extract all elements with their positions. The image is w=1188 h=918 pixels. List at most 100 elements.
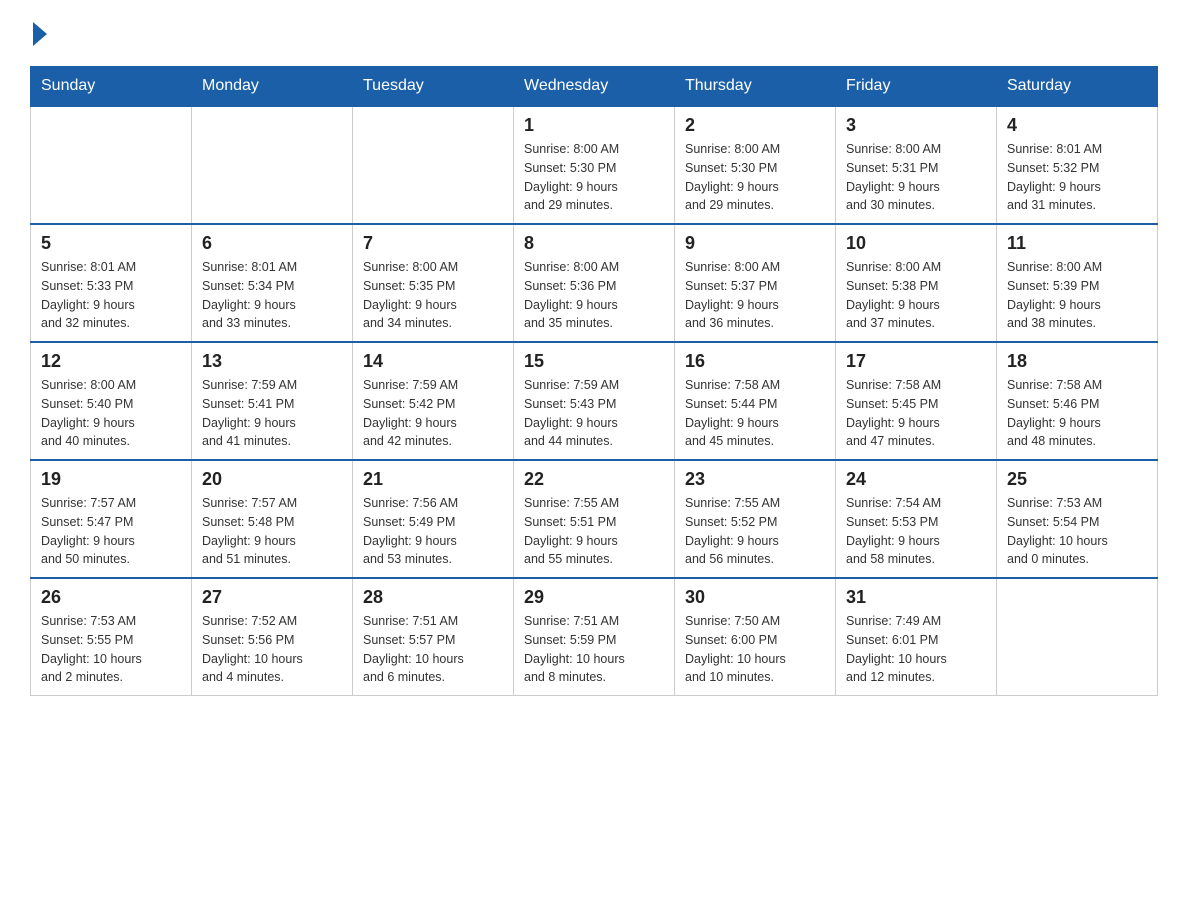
- day-info: Sunrise: 7:59 AMSunset: 5:43 PMDaylight:…: [524, 376, 664, 451]
- day-info: Sunrise: 8:00 AMSunset: 5:39 PMDaylight:…: [1007, 258, 1147, 333]
- day-number: 5: [41, 233, 181, 254]
- day-info: Sunrise: 7:57 AMSunset: 5:47 PMDaylight:…: [41, 494, 181, 569]
- column-header-saturday: Saturday: [997, 67, 1158, 107]
- calendar-week-row: 26Sunrise: 7:53 AMSunset: 5:55 PMDayligh…: [31, 578, 1158, 696]
- calendar-cell: 23 Sunrise: 7:55 AMSunset: 5:52 PMDayligh…: [675, 460, 836, 578]
- logo: [30, 20, 49, 46]
- day-number: 19: [41, 469, 181, 490]
- page-header: [30, 20, 1158, 46]
- calendar-cell: [997, 578, 1158, 696]
- calendar-cell: 17 Sunrise: 7:58 AMSunset: 5:45 PMDayligh…: [836, 342, 997, 460]
- day-number: 10: [846, 233, 986, 254]
- calendar-week-row: 5 Sunrise: 8:01 AMSunset: 5:33 PMDaylight…: [31, 224, 1158, 342]
- day-number: 3: [846, 115, 986, 136]
- day-number: 2: [685, 115, 825, 136]
- calendar-table: SundayMondayTuesdayWednesdayThursdayFrid…: [30, 66, 1158, 696]
- day-number: 7: [363, 233, 503, 254]
- day-info: Sunrise: 8:00 AMSunset: 5:30 PMDaylight:…: [685, 140, 825, 215]
- day-number: 31: [846, 587, 986, 608]
- day-number: 16: [685, 351, 825, 372]
- day-info: Sunrise: 8:01 AMSunset: 5:33 PMDaylight:…: [41, 258, 181, 333]
- calendar-cell: 16 Sunrise: 7:58 AMSunset: 5:44 PMDayligh…: [675, 342, 836, 460]
- calendar-week-row: 1 Sunrise: 8:00 AMSunset: 5:30 PMDaylight…: [31, 106, 1158, 224]
- calendar-cell: 4 Sunrise: 8:01 AMSunset: 5:32 PMDaylight…: [997, 106, 1158, 224]
- logo-triangle-icon: [33, 22, 47, 46]
- day-number: 18: [1007, 351, 1147, 372]
- day-number: 28: [363, 587, 503, 608]
- calendar-cell: 2 Sunrise: 8:00 AMSunset: 5:30 PMDaylight…: [675, 106, 836, 224]
- day-number: 22: [524, 469, 664, 490]
- calendar-cell: [192, 106, 353, 224]
- calendar-week-row: 19 Sunrise: 7:57 AMSunset: 5:47 PMDayligh…: [31, 460, 1158, 578]
- calendar-cell: 19 Sunrise: 7:57 AMSunset: 5:47 PMDayligh…: [31, 460, 192, 578]
- day-info: Sunrise: 7:54 AMSunset: 5:53 PMDaylight:…: [846, 494, 986, 569]
- calendar-cell: [353, 106, 514, 224]
- day-number: 30: [685, 587, 825, 608]
- calendar-cell: 24 Sunrise: 7:54 AMSunset: 5:53 PMDayligh…: [836, 460, 997, 578]
- calendar-cell: 15 Sunrise: 7:59 AMSunset: 5:43 PMDayligh…: [514, 342, 675, 460]
- day-number: 29: [524, 587, 664, 608]
- day-number: 13: [202, 351, 342, 372]
- day-info: Sunrise: 7:50 AMSunset: 6:00 PMDaylight:…: [685, 612, 825, 687]
- day-info: Sunrise: 7:58 AMSunset: 5:44 PMDaylight:…: [685, 376, 825, 451]
- day-info: Sunrise: 8:01 AMSunset: 5:32 PMDaylight:…: [1007, 140, 1147, 215]
- calendar-cell: 1Sunrise: 8:00 AMSunset: 5:30 PMDaylight…: [514, 106, 675, 224]
- column-header-wednesday: Wednesday: [514, 67, 675, 107]
- day-number: 6: [202, 233, 342, 254]
- calendar-cell: 8Sunrise: 8:00 AMSunset: 5:36 PMDaylight…: [514, 224, 675, 342]
- day-info: Sunrise: 7:59 AMSunset: 5:42 PMDaylight:…: [363, 376, 503, 451]
- day-number: 4: [1007, 115, 1147, 136]
- calendar-cell: 20Sunrise: 7:57 AMSunset: 5:48 PMDayligh…: [192, 460, 353, 578]
- day-number: 11: [1007, 233, 1147, 254]
- day-info: Sunrise: 7:53 AMSunset: 5:54 PMDaylight:…: [1007, 494, 1147, 569]
- calendar-cell: 7 Sunrise: 8:00 AMSunset: 5:35 PMDaylight…: [353, 224, 514, 342]
- calendar-week-row: 12 Sunrise: 8:00 AMSunset: 5:40 PMDayligh…: [31, 342, 1158, 460]
- day-info: Sunrise: 8:01 AMSunset: 5:34 PMDaylight:…: [202, 258, 342, 333]
- column-header-sunday: Sunday: [31, 67, 192, 107]
- day-info: Sunrise: 8:00 AMSunset: 5:40 PMDaylight:…: [41, 376, 181, 451]
- calendar-cell: 3 Sunrise: 8:00 AMSunset: 5:31 PMDaylight…: [836, 106, 997, 224]
- calendar-header-row: SundayMondayTuesdayWednesdayThursdayFrid…: [31, 67, 1158, 107]
- calendar-cell: 25 Sunrise: 7:53 AMSunset: 5:54 PMDayligh…: [997, 460, 1158, 578]
- calendar-cell: 29Sunrise: 7:51 AMSunset: 5:59 PMDayligh…: [514, 578, 675, 696]
- day-info: Sunrise: 8:00 AMSunset: 5:31 PMDaylight:…: [846, 140, 986, 215]
- calendar-cell: 26Sunrise: 7:53 AMSunset: 5:55 PMDayligh…: [31, 578, 192, 696]
- calendar-cell: 14 Sunrise: 7:59 AMSunset: 5:42 PMDayligh…: [353, 342, 514, 460]
- day-number: 8: [524, 233, 664, 254]
- calendar-cell: 5 Sunrise: 8:01 AMSunset: 5:33 PMDaylight…: [31, 224, 192, 342]
- day-number: 24: [846, 469, 986, 490]
- day-number: 26: [41, 587, 181, 608]
- day-number: 1: [524, 115, 664, 136]
- day-number: 12: [41, 351, 181, 372]
- day-info: Sunrise: 7:58 AMSunset: 5:45 PMDaylight:…: [846, 376, 986, 451]
- day-info: Sunrise: 8:00 AMSunset: 5:37 PMDaylight:…: [685, 258, 825, 333]
- day-number: 14: [363, 351, 503, 372]
- day-number: 9: [685, 233, 825, 254]
- day-number: 27: [202, 587, 342, 608]
- column-header-friday: Friday: [836, 67, 997, 107]
- day-number: 15: [524, 351, 664, 372]
- day-number: 21: [363, 469, 503, 490]
- column-header-monday: Monday: [192, 67, 353, 107]
- calendar-cell: 18Sunrise: 7:58 AMSunset: 5:46 PMDayligh…: [997, 342, 1158, 460]
- calendar-cell: 22 Sunrise: 7:55 AMSunset: 5:51 PMDayligh…: [514, 460, 675, 578]
- day-info: Sunrise: 7:59 AMSunset: 5:41 PMDaylight:…: [202, 376, 342, 451]
- calendar-cell: 11 Sunrise: 8:00 AMSunset: 5:39 PMDayligh…: [997, 224, 1158, 342]
- day-info: Sunrise: 8:00 AMSunset: 5:38 PMDaylight:…: [846, 258, 986, 333]
- calendar-cell: 6 Sunrise: 8:01 AMSunset: 5:34 PMDaylight…: [192, 224, 353, 342]
- day-info: Sunrise: 8:00 AMSunset: 5:35 PMDaylight:…: [363, 258, 503, 333]
- calendar-cell: 12 Sunrise: 8:00 AMSunset: 5:40 PMDayligh…: [31, 342, 192, 460]
- day-number: 25: [1007, 469, 1147, 490]
- day-info: Sunrise: 7:52 AMSunset: 5:56 PMDaylight:…: [202, 612, 342, 687]
- day-number: 17: [846, 351, 986, 372]
- day-info: Sunrise: 7:57 AMSunset: 5:48 PMDaylight:…: [202, 494, 342, 569]
- calendar-cell: 30 Sunrise: 7:50 AMSunset: 6:00 PMDayligh…: [675, 578, 836, 696]
- column-header-tuesday: Tuesday: [353, 67, 514, 107]
- day-info: Sunrise: 7:49 AMSunset: 6:01 PMDaylight:…: [846, 612, 986, 687]
- day-info: Sunrise: 7:55 AMSunset: 5:52 PMDaylight:…: [685, 494, 825, 569]
- day-info: Sunrise: 7:55 AMSunset: 5:51 PMDaylight:…: [524, 494, 664, 569]
- calendar-cell: [31, 106, 192, 224]
- calendar-cell: 21Sunrise: 7:56 AMSunset: 5:49 PMDayligh…: [353, 460, 514, 578]
- day-info: Sunrise: 7:51 AMSunset: 5:57 PMDaylight:…: [363, 612, 503, 687]
- day-number: 23: [685, 469, 825, 490]
